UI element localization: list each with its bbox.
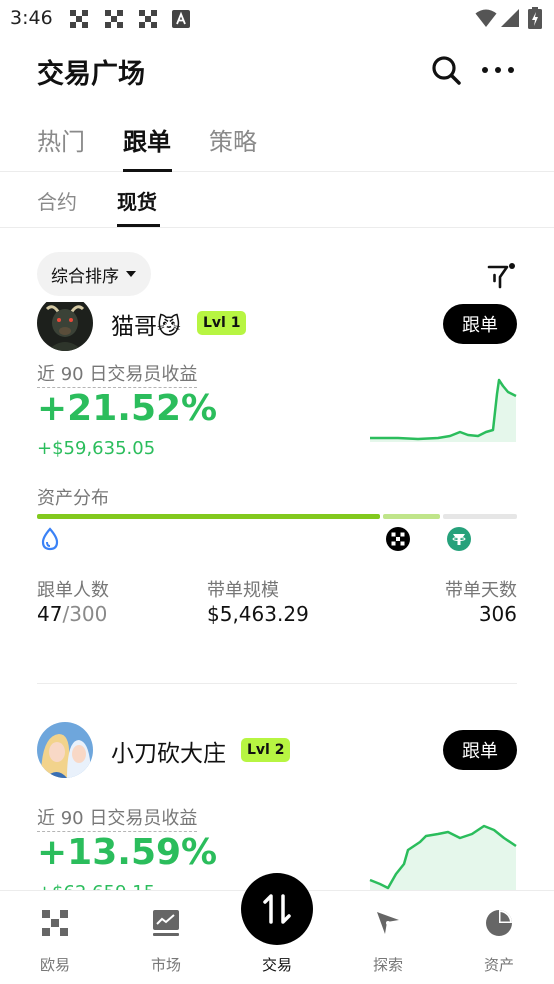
usdt-coin-icon (447, 527, 471, 551)
followers-label: 跟单人数 (37, 580, 109, 601)
nav-label: 市场 (150, 956, 181, 974)
a-notification-icon (172, 10, 190, 28)
okx-coin-icon (386, 527, 410, 551)
more-icon (482, 67, 514, 73)
nav-explore[interactable]: 探索 (333, 891, 443, 984)
pnl-percent: +21.52% (37, 388, 218, 429)
market-chart-icon (153, 910, 179, 936)
aum-label: 带单规模 (207, 580, 279, 601)
tab-hot[interactable]: 热门 (37, 122, 85, 157)
main-tabs: 热门 跟单 策略 (0, 114, 554, 172)
allocation-segment (37, 514, 380, 519)
okx-notification-icon (70, 10, 88, 28)
tab-copy-trading[interactable]: 跟单 (123, 122, 171, 157)
trader-list: 猫哥😼 Lvl 1 跟单 近 90 日交易员收益 +21.52% +$59,63… (0, 302, 554, 892)
followers-value: 47/300 (37, 602, 108, 626)
filter-button[interactable] (486, 260, 518, 292)
nav-market[interactable]: 市场 (111, 891, 221, 984)
trade-arrows-icon (263, 894, 291, 924)
trader-name: 猫哥😼 (111, 314, 181, 340)
pnl-percent: +13.59% (37, 832, 218, 873)
pnl-label: 近 90 日交易员收益 (37, 360, 198, 388)
sort-label: 综合排序 (51, 266, 119, 287)
pnl-label: 近 90 日交易员收益 (37, 804, 198, 832)
nav-label: 资产 (483, 956, 514, 974)
nav-okx[interactable]: 欧易 (0, 891, 110, 984)
compass-icon (377, 912, 399, 934)
drop-coin-icon (41, 527, 59, 551)
pnl-amount: +$59,635.05 (37, 438, 156, 459)
sub-tabs: 合约 现货 (0, 172, 554, 228)
pnl-sparkline (369, 824, 517, 892)
signal-icon (501, 9, 519, 27)
filter-icon (487, 263, 515, 289)
nav-label: 欧易 (39, 956, 70, 974)
pie-chart-icon (486, 910, 512, 936)
level-badge: Lvl 2 (241, 738, 291, 762)
wifi-icon (475, 9, 497, 27)
trade-button[interactable] (241, 873, 313, 945)
follow-button-label: 跟单 (462, 741, 498, 762)
more-button[interactable] (479, 50, 519, 90)
status-bar: 3:46 (0, 0, 554, 38)
avatar (37, 302, 93, 351)
allocation-segment (383, 514, 440, 519)
trader-name: 小刀砍大庄 (111, 741, 226, 767)
okx-notification-icon (139, 10, 157, 28)
caret-down-icon (126, 271, 136, 277)
okx-notification-icon (105, 10, 123, 28)
days-value: 306 (478, 602, 517, 626)
nav-label: 交易 (261, 956, 292, 974)
status-time: 3:46 (10, 7, 53, 29)
sort-dropdown[interactable]: 综合排序 (37, 252, 151, 296)
avatar (37, 722, 93, 778)
search-icon (432, 56, 461, 85)
subtab-active-indicator (117, 224, 160, 227)
level-badge: Lvl 1 (197, 311, 247, 335)
allocation-label: 资产分布 (37, 488, 109, 509)
page-title: 交易广场 (37, 59, 145, 90)
okx-logo-icon (42, 910, 68, 936)
days-label: 带单天数 (445, 580, 517, 601)
subtab-spot[interactable]: 现货 (117, 186, 157, 215)
card-divider (37, 683, 517, 684)
search-button[interactable] (427, 50, 467, 90)
follow-button-label: 跟单 (462, 315, 498, 336)
allocation-segment (443, 514, 517, 519)
nav-assets[interactable]: 资产 (444, 891, 554, 984)
battery-icon (528, 7, 542, 29)
pnl-sparkline (370, 378, 517, 442)
follow-button[interactable]: 跟单 (443, 730, 517, 770)
nav-label: 探索 (372, 956, 403, 974)
aum-value: $5,463.29 (207, 602, 309, 626)
subtab-futures[interactable]: 合约 (37, 186, 77, 215)
trader-card[interactable]: 猫哥😼 Lvl 1 跟单 近 90 日交易员收益 +21.52% +$59,63… (0, 302, 554, 688)
tab-strategy[interactable]: 策略 (209, 122, 257, 157)
follow-button[interactable]: 跟单 (443, 304, 517, 344)
allocation-bar (37, 514, 517, 519)
trader-card[interactable]: 小刀砍大庄 Lvl 2 跟单 近 90 日交易员收益 +13.59% +$62,… (0, 710, 554, 892)
